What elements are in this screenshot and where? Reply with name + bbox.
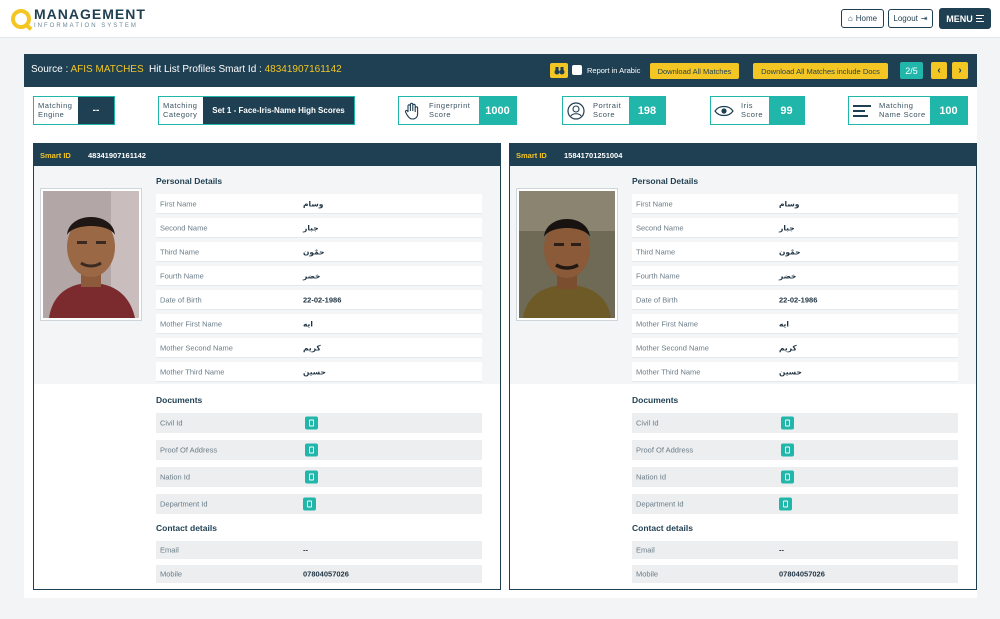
- document-icon[interactable]: [305, 470, 318, 484]
- email-row: Email --: [632, 541, 958, 559]
- civil-id-row: Civil Id: [632, 413, 958, 433]
- prev-arrow-button[interactable]: ‹: [931, 62, 947, 79]
- document-icon[interactable]: [779, 497, 792, 511]
- home-icon: ⌂: [847, 14, 853, 23]
- smart-id-label: Smart ID: [40, 150, 71, 160]
- portrait-score-box: Portrait Score 198: [562, 96, 666, 125]
- document-icon[interactable]: [305, 416, 318, 430]
- document-icon[interactable]: [303, 497, 316, 511]
- third-name-row: Third Name حمْون: [632, 242, 958, 262]
- department-id-row: Department Id: [156, 494, 482, 514]
- portrait-face-icon: [563, 97, 589, 124]
- smart-id-value: 48341907161142: [88, 150, 146, 160]
- profile-panel-left: Smart ID 48341907161142 Personal Details…: [33, 143, 501, 590]
- binoculars-icon[interactable]: [550, 63, 568, 78]
- text-lines-icon: [849, 97, 875, 124]
- iris-score-box: Iris Score 99: [710, 96, 805, 125]
- name-score-box: Matching Name Score 100: [848, 96, 968, 125]
- fourth-name-row: Fourth Name خضر: [156, 266, 482, 286]
- chevron-left-icon: ‹: [937, 65, 941, 76]
- hamburger-icon: [975, 13, 984, 24]
- fourth-name-row: Fourth Name خضر: [632, 266, 958, 286]
- first-name-row: First Name وسام: [156, 194, 482, 214]
- dob-row: Date of Birth 22-02-1986: [156, 290, 482, 310]
- matching-category-value: Set 1 - Face-Iris-Name High Scores: [203, 97, 354, 124]
- mobile-row: Mobile 07804057026: [632, 565, 958, 583]
- download-all-docs-button[interactable]: Download All Matches include Docs: [753, 63, 888, 79]
- third-name-row: Third Name حمْون: [156, 242, 482, 262]
- profile-photo: [516, 188, 618, 321]
- page-indicator: 2/5: [900, 62, 923, 79]
- logo-title: MANAGEMENT: [34, 6, 146, 22]
- personal-details-heading: Personal Details: [156, 176, 223, 186]
- source-text: Source : AFIS MATCHES: [31, 64, 144, 75]
- eye-icon: [711, 97, 737, 124]
- portrait-score-value: 198: [629, 97, 665, 124]
- civil-id-row: Civil Id: [156, 413, 482, 433]
- department-id-row: Department Id: [632, 494, 958, 514]
- mother-second-name-row: Mother Second Name كريم: [632, 338, 958, 358]
- profile-photo: [40, 188, 142, 321]
- document-icon[interactable]: [781, 416, 794, 430]
- nation-id-row: Nation Id: [632, 467, 958, 487]
- document-icon[interactable]: [781, 470, 794, 484]
- chevron-right-icon: ›: [958, 65, 962, 76]
- logo-q-icon: [11, 9, 31, 29]
- email-row: Email --: [156, 541, 482, 559]
- top-navbar: MANAGEMENT INFORMATION SYSTEM ⌂ Home Log…: [0, 0, 1000, 38]
- menu-button[interactable]: MENU: [939, 8, 991, 29]
- app-logo[interactable]: MANAGEMENT INFORMATION SYSTEM: [11, 7, 146, 29]
- hitlist-smart-id-text: Hit List Profiles Smart Id : 48341907161…: [149, 64, 342, 75]
- proof-address-row: Proof Of Address: [156, 440, 482, 460]
- home-button[interactable]: ⌂ Home: [841, 9, 884, 28]
- download-all-matches-button[interactable]: Download All Matches: [650, 63, 739, 79]
- nation-id-row: Nation Id: [156, 467, 482, 487]
- second-name-row: Second Name جبار: [632, 218, 958, 238]
- contact-details-heading: Contact details: [632, 523, 693, 533]
- second-name-row: Second Name جبار: [156, 218, 482, 238]
- contact-details-heading: Contact details: [156, 523, 217, 533]
- fingerprint-score-box: Fingerprint Score 1000: [398, 96, 517, 125]
- matching-engine-value: --: [78, 97, 114, 124]
- matches-card: Source : AFIS MATCHES Hit List Profiles …: [24, 54, 977, 598]
- document-icon[interactable]: [305, 443, 318, 457]
- fingerprint-score-value: 1000: [479, 97, 516, 124]
- personal-details-heading: Personal Details: [632, 176, 699, 186]
- dob-row: Date of Birth 22-02-1986: [632, 290, 958, 310]
- mother-second-name-row: Mother Second Name كريم: [156, 338, 482, 358]
- mother-third-name-row: Mother Third Name حسين: [156, 362, 482, 382]
- fingerprint-hand-icon: [399, 97, 425, 124]
- mother-first-name-row: Mother First Name ايه: [156, 314, 482, 334]
- smart-id-value: 15841701251004: [564, 150, 623, 160]
- next-arrow-button[interactable]: ›: [952, 62, 968, 79]
- logout-button[interactable]: Logout ⇥: [888, 9, 933, 28]
- mother-third-name-row: Mother Third Name حسين: [632, 362, 958, 382]
- document-icon[interactable]: [781, 443, 794, 457]
- matching-engine-box: Matching Engine --: [33, 96, 115, 125]
- smart-id-label: Smart ID: [516, 150, 547, 160]
- logout-icon: ⇥: [920, 14, 928, 23]
- report-arabic-label: Report in Arabic: [587, 66, 641, 75]
- logo-subtitle: INFORMATION SYSTEM: [34, 23, 138, 29]
- first-name-row: First Name وسام: [632, 194, 958, 214]
- proof-address-row: Proof Of Address: [632, 440, 958, 460]
- documents-heading: Documents: [632, 395, 679, 405]
- iris-score-value: 99: [769, 97, 804, 124]
- documents-heading: Documents: [156, 395, 203, 405]
- report-arabic-checkbox[interactable]: [572, 65, 582, 75]
- profile-panel-right: Smart ID 15841701251004 Personal Details…: [509, 143, 977, 590]
- name-score-value: 100: [930, 97, 967, 124]
- mobile-row: Mobile 07804057026: [156, 565, 482, 583]
- matching-category-box: Matching Category Set 1 - Face-Iris-Name…: [158, 96, 355, 125]
- mother-first-name-row: Mother First Name ايه: [632, 314, 958, 334]
- matches-header: Source : AFIS MATCHES Hit List Profiles …: [24, 54, 977, 87]
